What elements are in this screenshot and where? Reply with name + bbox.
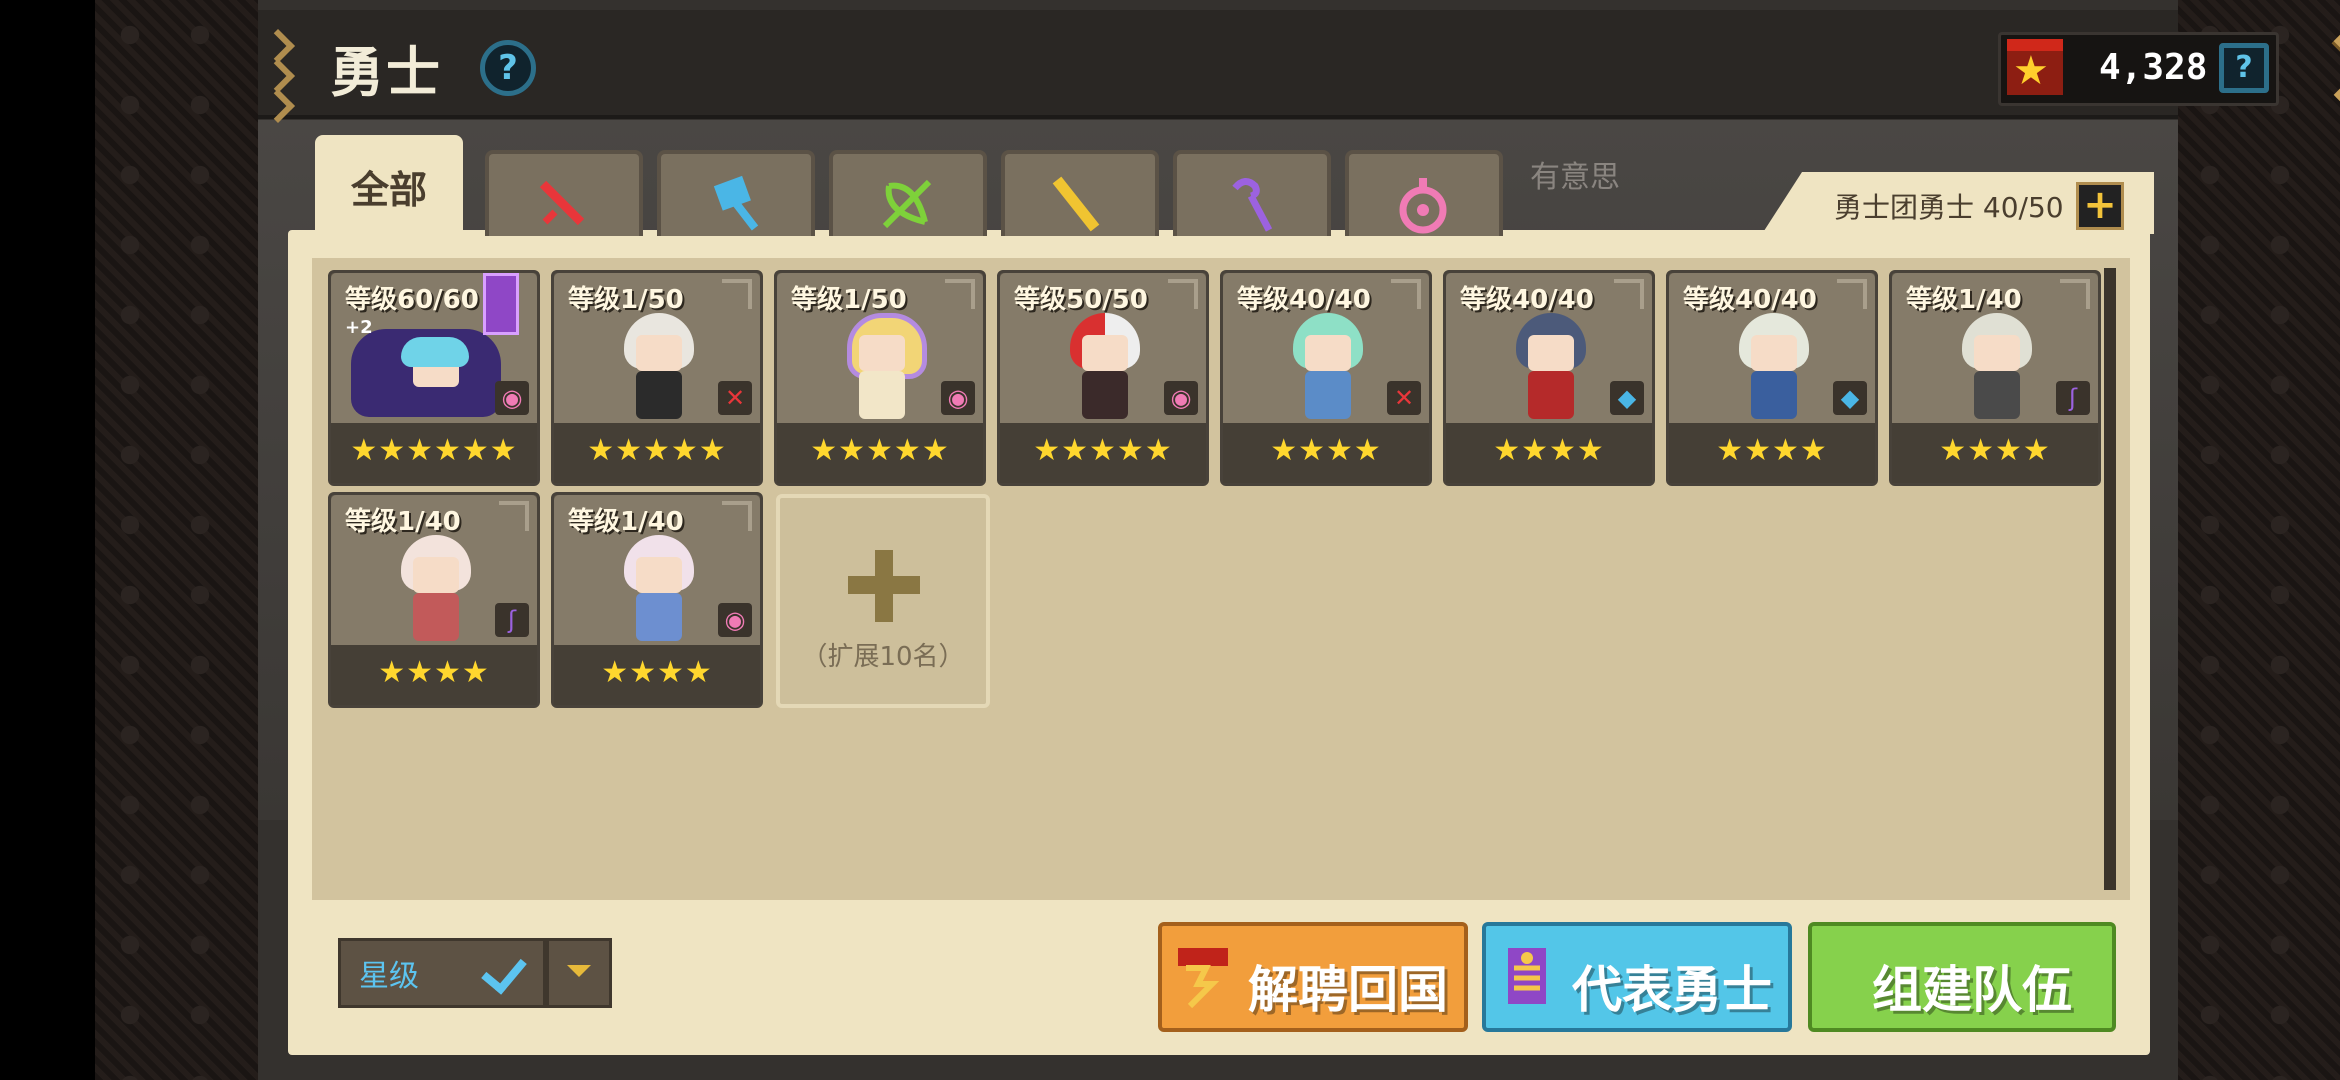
- orb-icon: ◉: [941, 381, 975, 415]
- orb-icon: [1399, 178, 1447, 234]
- tab-hammer[interactable]: [657, 150, 815, 236]
- roster-capacity: 勇士团勇士 40/50 +: [1762, 172, 2154, 234]
- tab-hint-text: 有意思: [1530, 160, 1620, 195]
- tab-orb[interactable]: [1345, 150, 1503, 236]
- form-team-button[interactable]: 组建队伍: [1808, 922, 2116, 1032]
- hero-portrait: [1060, 313, 1150, 421]
- orb-icon: ◉: [1164, 381, 1198, 415]
- page-title: 勇士: [330, 41, 442, 104]
- hero-card[interactable]: 等级40/40 ◆ ★★★★: [1443, 270, 1655, 486]
- bow-icon: [882, 179, 932, 229]
- sort-dropdown-button[interactable]: [546, 938, 612, 1008]
- add-capacity-icon[interactable]: +: [2076, 182, 2124, 230]
- currency-display: ★ 4,328 ?: [1998, 32, 2279, 106]
- header-bar: 勇士 ? ★ 4,328 ?: [258, 10, 2279, 123]
- hero-card[interactable]: 等级50/50 ◉ ★★★★★: [997, 270, 1209, 486]
- hero-card[interactable]: 等级1/50 ◉ ★★★★★: [774, 270, 986, 486]
- chevron-icon: [261, 28, 296, 123]
- checkmark-icon: [481, 947, 527, 995]
- hero-card[interactable]: 等级1/40 ʃ ★★★★: [1889, 270, 2101, 486]
- hero-card[interactable]: 等级40/40 ✕ ★★★★: [1220, 270, 1432, 486]
- help-icon[interactable]: ?: [480, 40, 536, 96]
- sword-icon: ✕: [1387, 381, 1421, 415]
- hero-portrait: [1506, 313, 1596, 421]
- tab-gun[interactable]: [1001, 150, 1159, 236]
- banner-icon: [1508, 948, 1546, 1004]
- staff-icon: ʃ: [2056, 381, 2090, 415]
- currency-help-icon[interactable]: ?: [2219, 43, 2269, 93]
- hero-portrait: [391, 535, 481, 643]
- hero-card[interactable]: 等级1/50 ✕ ★★★★★: [551, 270, 763, 486]
- dismiss-flag-icon: [1178, 948, 1228, 1008]
- hero-card[interactable]: 等级1/40 ʃ ★★★★: [328, 492, 540, 708]
- orb-icon: ◉: [718, 603, 752, 637]
- tab-bow[interactable]: [829, 150, 987, 236]
- sword-icon: ✕: [718, 381, 752, 415]
- close-icon[interactable]: [2333, 32, 2340, 104]
- staff-icon: ʃ: [495, 603, 529, 637]
- hero-portrait: [614, 535, 704, 643]
- roster-label: 勇士团勇士 40/50: [1834, 191, 2064, 224]
- right-border-pattern: [2175, 0, 2340, 1080]
- tab-staff[interactable]: [1173, 150, 1331, 236]
- hammer-icon: ◆: [1610, 381, 1644, 415]
- hero-portrait: [1283, 313, 1373, 421]
- currency-value: 4,328: [2099, 47, 2208, 88]
- hammer-icon: ◆: [1833, 381, 1867, 415]
- hero-portrait: [837, 313, 927, 421]
- hero-portrait: [614, 313, 704, 421]
- hero-card[interactable]: 等级40/40 ◆ ★★★★: [1666, 270, 1878, 486]
- left-border-pattern: [95, 0, 260, 1080]
- sword-icon: [539, 180, 585, 226]
- hero-card[interactable]: 等级1/40 ◉ ★★★★: [551, 492, 763, 708]
- staff-icon: [1232, 178, 1273, 232]
- expand-roster-slot[interactable]: （扩展10名）: [776, 494, 990, 708]
- dismiss-button[interactable]: 解聘回国: [1158, 922, 1468, 1032]
- representative-flag-icon: [483, 273, 519, 335]
- hammer-icon: [713, 175, 759, 231]
- tab-sword[interactable]: [485, 150, 643, 236]
- hero-portrait: [1729, 313, 1819, 421]
- scrollbar[interactable]: [2104, 268, 2116, 890]
- medal-star-icon: ★: [2007, 39, 2063, 95]
- representative-button[interactable]: 代表勇士: [1482, 922, 1792, 1032]
- tab-all[interactable]: 全部: [315, 135, 463, 235]
- hero-card[interactable]: +2 等级60/60 ◉ ★★★★★★: [328, 270, 540, 486]
- hero-portrait: [351, 313, 501, 421]
- gun-icon: [1052, 176, 1100, 232]
- sort-select[interactable]: 星级: [338, 938, 546, 1008]
- orb-icon: ◉: [495, 381, 529, 415]
- hero-portrait: [1952, 313, 2042, 421]
